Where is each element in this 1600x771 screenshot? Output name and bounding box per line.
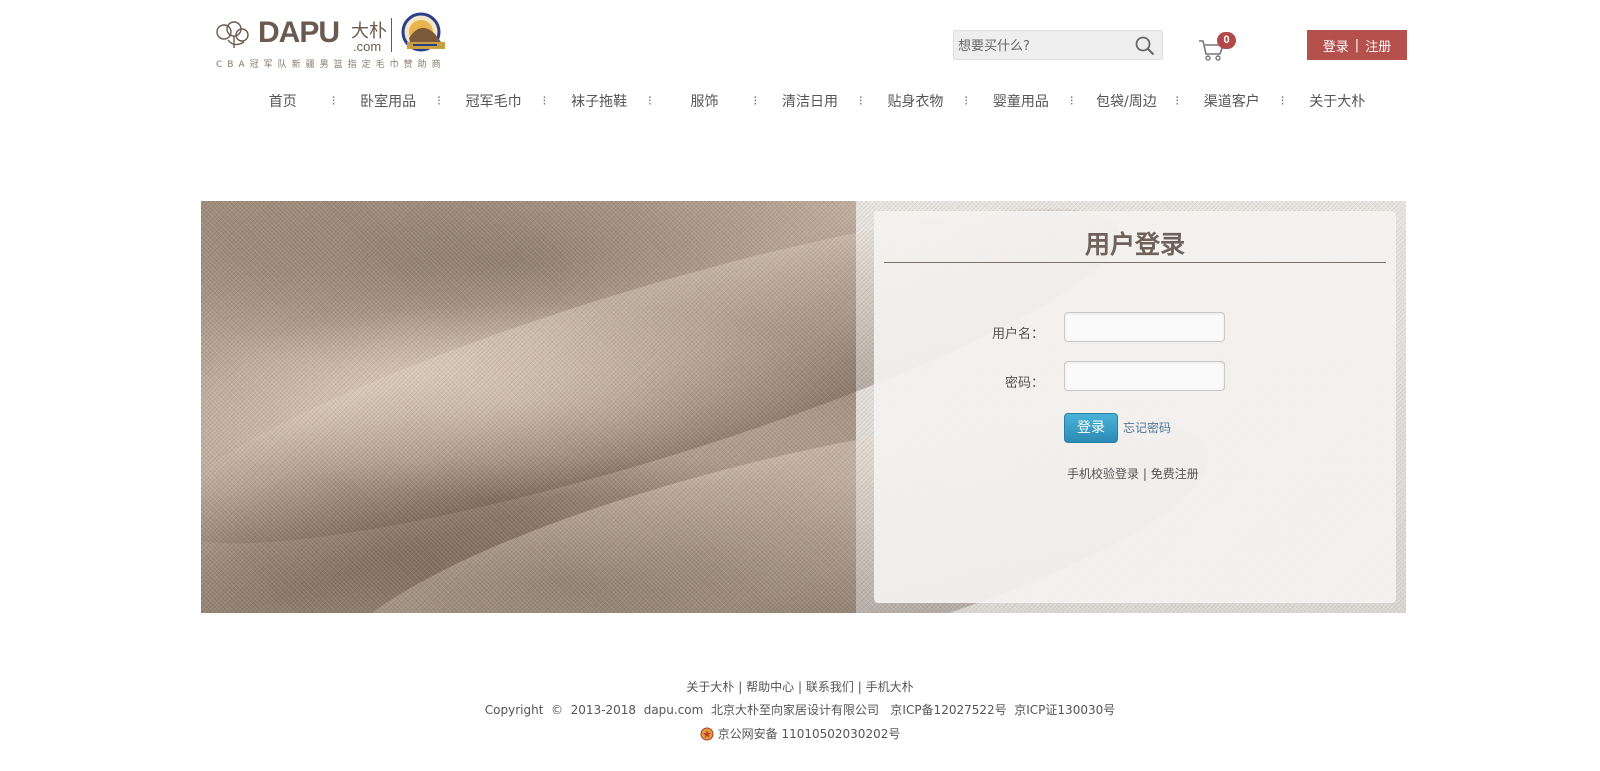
login-title: 用户登录 bbox=[1084, 230, 1185, 259]
login-submit-button[interactable]: 登录 bbox=[1064, 413, 1118, 443]
nav-item-towels[interactable]: 冠军毛巾 bbox=[441, 88, 546, 116]
footer-police-record: 京公网安备 11010502030202号 bbox=[0, 722, 1600, 746]
nav-item-home[interactable]: 首页 bbox=[230, 88, 335, 116]
login-panel: 用户登录 用户名： 密码： 登录 忘记密码 手机校验登录 | 免费注册 bbox=[874, 211, 1396, 603]
logo-domain: .com bbox=[353, 39, 382, 54]
username-field[interactable] bbox=[1064, 312, 1225, 342]
police-badge-icon bbox=[700, 727, 714, 741]
footer-police-text[interactable]: 京公网安备 11010502030202号 bbox=[718, 722, 901, 746]
nav-item-baby[interactable]: 婴童用品 bbox=[968, 88, 1073, 116]
footer-separator: | bbox=[797, 680, 803, 694]
search-box bbox=[953, 30, 1163, 60]
cart-button[interactable]: 0 bbox=[1198, 32, 1240, 62]
footer-copyright: Copyright © 2013-2018 dapu.com 北京大朴至向家居设… bbox=[484, 703, 1116, 717]
login-alt-links: 手机校验登录 | 免费注册 bbox=[1067, 465, 1199, 482]
nav-item-channel[interactable]: 渠道客户 bbox=[1179, 88, 1284, 116]
search-input[interactable] bbox=[958, 37, 1128, 55]
cotton-flower-icon bbox=[216, 21, 249, 48]
forgot-password-link[interactable]: 忘记密码 bbox=[1123, 419, 1171, 436]
footer-links: 关于大朴 | 帮助中心 | 联系我们 | 手机大朴 bbox=[0, 676, 1600, 698]
nav-item-apparel[interactable]: 服饰 bbox=[652, 88, 757, 116]
nav-item-bags[interactable]: 包袋/周边 bbox=[1074, 88, 1179, 116]
header-register-link[interactable]: 注册 bbox=[1365, 36, 1391, 55]
logo-divider bbox=[391, 18, 392, 52]
footer-link-contact[interactable]: 联系我们 bbox=[806, 680, 854, 694]
username-label: 用户名： bbox=[991, 327, 1044, 342]
password-field[interactable] bbox=[1064, 361, 1225, 391]
footer-link-help[interactable]: 帮助中心 bbox=[746, 680, 794, 694]
footer-link-about[interactable]: 关于大朴 bbox=[686, 680, 734, 694]
main-nav: 首页 卧室用品 冠军毛巾 袜子拖鞋 服饰 清洁日用 贴身衣物 婴童用品 包袋/周… bbox=[230, 88, 1390, 116]
site-logo[interactable]: DAPU 大朴 .com CBA冠军队新疆男篮指定毛巾赞助商 bbox=[214, 12, 464, 72]
nav-item-about[interactable]: 关于大朴 bbox=[1285, 88, 1390, 116]
auth-separator: | bbox=[1354, 37, 1360, 53]
auth-box: 登录 | 注册 bbox=[1307, 30, 1407, 60]
logo-brand: DAPU bbox=[258, 16, 340, 49]
nav-item-socks-slippers[interactable]: 袜子拖鞋 bbox=[546, 88, 651, 116]
basketball-team-badge-icon bbox=[401, 12, 445, 52]
site-footer: 关于大朴 | 帮助中心 | 联系我们 | 手机大朴 Copyright © 20… bbox=[0, 676, 1600, 746]
site-header: DAPU 大朴 .com CBA冠军队新疆男篮指定毛巾赞助商 0 登录 | 注册 bbox=[0, 0, 1600, 130]
nav-item-bedroom[interactable]: 卧室用品 bbox=[335, 88, 440, 116]
nav-item-cleaning[interactable]: 清洁日用 bbox=[757, 88, 862, 116]
logo-tagline: CBA冠军队新疆男篮指定毛巾赞助商 bbox=[216, 60, 446, 70]
free-register-link[interactable]: 免费注册 bbox=[1151, 467, 1199, 481]
password-label: 密码： bbox=[1004, 376, 1044, 391]
nav-item-underwear[interactable]: 贴身衣物 bbox=[863, 88, 968, 116]
search-icon[interactable] bbox=[1134, 35, 1156, 57]
footer-separator: | bbox=[857, 680, 862, 694]
footer-link-mobile[interactable]: 手机大朴 bbox=[866, 680, 914, 694]
cart-count-badge: 0 bbox=[1217, 32, 1236, 49]
login-title-divider bbox=[884, 262, 1386, 263]
header-login-link[interactable]: 登录 bbox=[1323, 36, 1349, 55]
footer-separator: | bbox=[738, 680, 743, 694]
login-links-separator: | bbox=[1142, 467, 1147, 481]
phone-login-link[interactable]: 手机校验登录 bbox=[1067, 467, 1139, 481]
